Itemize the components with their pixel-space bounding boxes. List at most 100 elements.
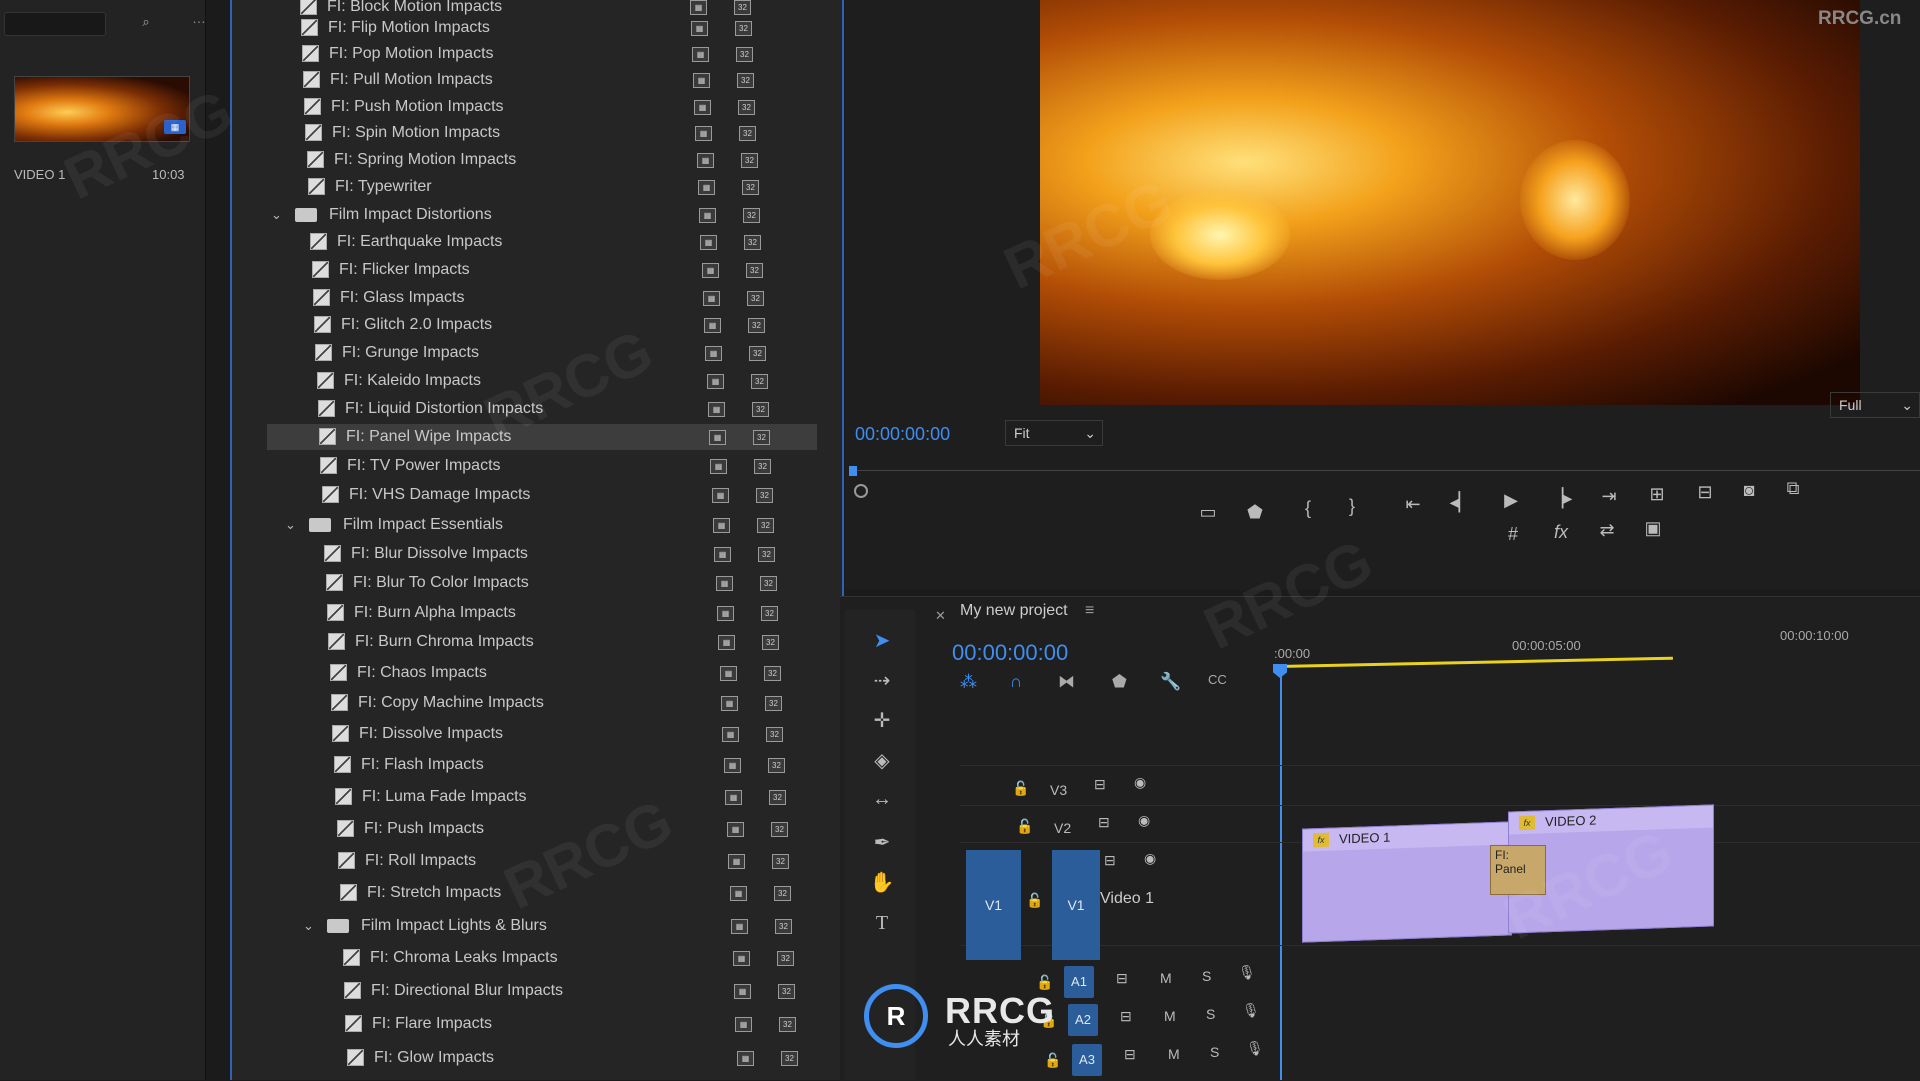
track-target-a1[interactable]: A1: [1064, 966, 1094, 998]
timeline-clip-video1[interactable]: fx VIDEO 1: [1302, 821, 1512, 943]
go-to-in-icon[interactable]: ⇤: [1398, 494, 1428, 515]
mark-in-icon[interactable]: {: [1293, 498, 1323, 519]
effect-item[interactable]: FI: Flare Impacts: [345, 1011, 825, 1037]
transition-panel-wipe[interactable]: FI: Panel: [1490, 845, 1546, 895]
effect-item[interactable]: FI: Typewriter: [308, 174, 788, 200]
effect-item[interactable]: FI: Dissolve Impacts: [332, 721, 812, 747]
effect-item[interactable]: FI: Flip Motion Impacts: [301, 15, 781, 41]
wrench-icon[interactable]: 🔧: [1160, 672, 1181, 692]
effect-item[interactable]: FI: Directional Blur Impacts: [344, 978, 824, 1004]
close-icon[interactable]: ✕: [935, 608, 946, 624]
mute-a1-button[interactable]: M: [1160, 970, 1172, 986]
monitor-timecode[interactable]: 00:00:00:00: [855, 424, 950, 445]
track-target-a2[interactable]: A2: [1068, 1004, 1098, 1036]
snap-icon[interactable]: ∩: [1010, 672, 1022, 692]
effect-item[interactable]: FI: Luma Fade Impacts: [335, 784, 815, 810]
microphone-icon[interactable]: 🎙: [1246, 1040, 1264, 1057]
microphone-icon[interactable]: 🎙: [1238, 964, 1256, 981]
effect-item[interactable]: FI: Push Motion Impacts: [304, 94, 784, 120]
zoom-fit-select[interactable]: Fit ⌄: [1005, 420, 1103, 446]
effect-item[interactable]: FI: Spring Motion Impacts: [307, 147, 787, 173]
sequence-tab[interactable]: My new project: [960, 602, 1068, 620]
solo-a1-button[interactable]: S: [1202, 968, 1211, 984]
razor-tool-icon[interactable]: ◈: [867, 748, 897, 773]
sync-lock-icon[interactable]: ⊟: [1116, 970, 1128, 987]
sync-lock-icon[interactable]: ⊟: [1098, 814, 1110, 831]
eye-icon[interactable]: ◉: [1138, 812, 1150, 829]
sync-lock-icon[interactable]: ⊟: [1120, 1008, 1132, 1025]
lock-icon[interactable]: 🔓: [1016, 818, 1033, 835]
fx-icon[interactable]: fx: [1546, 522, 1576, 543]
effect-item[interactable]: FI: Push Impacts: [337, 816, 817, 842]
effect-item[interactable]: FI: Glow Impacts: [347, 1045, 827, 1071]
add-marker-icon[interactable]: ⬟: [1112, 672, 1127, 692]
track-target-v1[interactable]: V1: [1052, 850, 1100, 960]
effect-item[interactable]: FI: Flicker Impacts: [312, 257, 792, 283]
play-icon[interactable]: ▶: [1496, 490, 1526, 511]
sync-lock-icon[interactable]: ⊟: [1124, 1046, 1136, 1063]
insert-icon[interactable]: ⊞: [1642, 484, 1672, 505]
eye-icon[interactable]: ◉: [1134, 774, 1146, 791]
sync-lock-icon[interactable]: ⊟: [1104, 852, 1116, 869]
lock-icon[interactable]: 🔓: [1012, 780, 1029, 797]
monitor-scrub-handle[interactable]: [854, 484, 868, 498]
monitor-time-ruler[interactable]: [850, 470, 1920, 471]
solo-a3-button[interactable]: S: [1210, 1044, 1219, 1060]
find-icon[interactable]: ⌕: [134, 12, 158, 32]
sync-lock-icon[interactable]: ⊟: [1094, 776, 1106, 793]
effect-item[interactable]: FI: Burn Chroma Impacts: [328, 629, 808, 655]
bin-search-input[interactable]: [4, 12, 106, 36]
safe-margins-icon[interactable]: ▭: [1193, 502, 1223, 523]
linked-selection-icon[interactable]: ⧓: [1058, 672, 1075, 692]
type-tool-icon[interactable]: T: [867, 912, 897, 935]
slip-tool-icon[interactable]: ↔: [867, 788, 897, 811]
chevron-down-icon[interactable]: ⌄: [285, 512, 303, 538]
effect-item[interactable]: FI: Grunge Impacts: [315, 340, 795, 366]
step-back-icon[interactable]: ◂▏: [1446, 492, 1476, 513]
effect-item[interactable]: FI: Chaos Impacts: [330, 660, 810, 686]
proxy-toggle-icon[interactable]: ⇄: [1592, 520, 1622, 541]
selection-tool-icon[interactable]: ➤: [867, 628, 897, 653]
captions-icon[interactable]: CC: [1208, 672, 1227, 687]
microphone-icon[interactable]: 🎙: [1242, 1002, 1260, 1019]
effect-item[interactable]: FI: Glitch 2.0 Impacts: [314, 312, 794, 338]
lock-icon[interactable]: 🔓: [1044, 1052, 1061, 1069]
effect-item[interactable]: FI: Stretch Impacts: [340, 880, 820, 906]
track-label-v2[interactable]: V2: [1054, 820, 1071, 836]
effect-item[interactable]: FI: Pop Motion Impacts: [302, 41, 782, 67]
chevron-down-icon[interactable]: ⌄: [303, 913, 321, 939]
effect-item[interactable]: FI: Earthquake Impacts: [310, 229, 790, 255]
grid-icon[interactable]: #: [1498, 524, 1528, 545]
pen-tool-icon[interactable]: ✒: [867, 830, 897, 855]
step-forward-icon[interactable]: ▕▸: [1546, 488, 1576, 509]
effect-item[interactable]: FI: Blur Dissolve Impacts: [324, 541, 804, 567]
chevron-down-icon[interactable]: ⌄: [271, 202, 289, 228]
mute-a3-button[interactable]: M: [1168, 1046, 1180, 1062]
track-target-a3[interactable]: A3: [1072, 1044, 1102, 1076]
mute-a2-button[interactable]: M: [1164, 1008, 1176, 1024]
comparison-view-icon[interactable]: ⧉: [1778, 478, 1808, 499]
go-to-out-icon[interactable]: ⇥: [1594, 486, 1624, 507]
eye-icon[interactable]: ◉: [1144, 850, 1156, 867]
overwrite-icon[interactable]: ⊟: [1690, 482, 1720, 503]
effect-item[interactable]: FI: Kaleido Impacts: [317, 368, 797, 394]
export-frame-icon[interactable]: ◙: [1734, 480, 1764, 501]
effect-item[interactable]: FI: VHS Damage Impacts: [322, 482, 802, 508]
track-select-tool-icon[interactable]: ⇢: [867, 668, 897, 693]
ripple-edit-tool-icon[interactable]: ✛: [867, 708, 897, 733]
effect-item[interactable]: FI: Burn Alpha Impacts: [327, 600, 807, 626]
effect-item[interactable]: FI: Chroma Leaks Impacts: [343, 945, 823, 971]
timeline-playhead-line[interactable]: [1280, 668, 1282, 1080]
effect-item[interactable]: FI: Spin Motion Impacts: [305, 120, 785, 146]
effect-item[interactable]: FI: Flash Impacts: [334, 752, 814, 778]
nest-toggle-icon[interactable]: ⁂: [960, 672, 977, 692]
lock-icon[interactable]: 🔓: [1026, 892, 1043, 909]
vr-view-icon[interactable]: ▣: [1638, 518, 1668, 539]
panel-menu-icon[interactable]: ≡: [1085, 602, 1094, 620]
effect-item[interactable]: FI: Pull Motion Impacts: [303, 67, 783, 93]
track-label-v3[interactable]: V3: [1050, 782, 1067, 798]
bin-menu-icon[interactable]: …: [192, 10, 206, 26]
lock-icon[interactable]: 🔓: [1036, 974, 1053, 991]
effect-item[interactable]: FI: Liquid Distortion Impacts: [318, 396, 798, 422]
monitor-playhead[interactable]: [849, 466, 857, 476]
